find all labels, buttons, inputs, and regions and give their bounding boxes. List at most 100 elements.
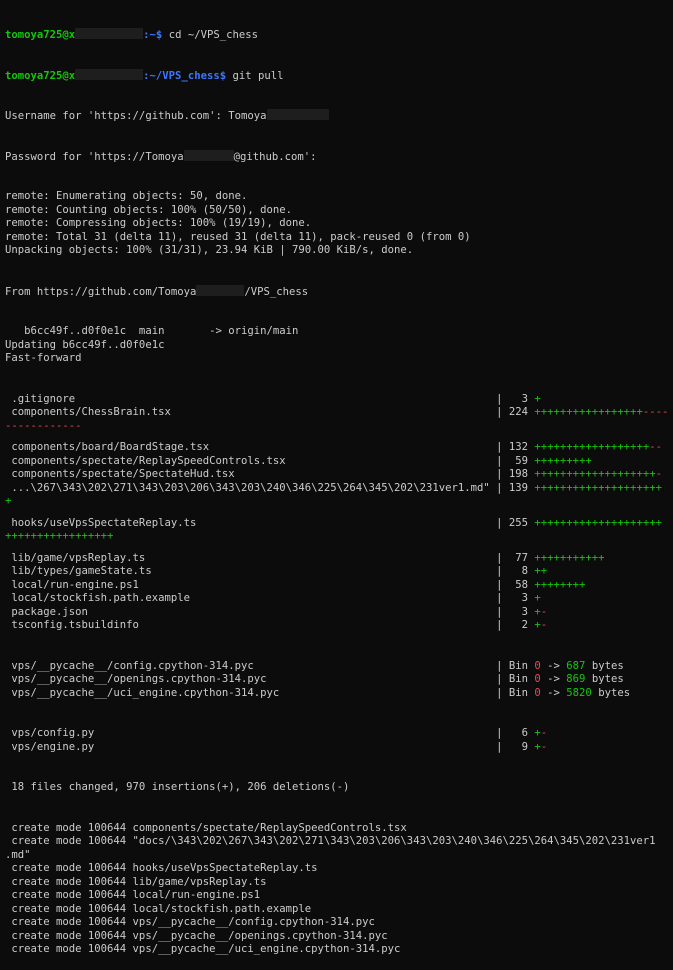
diffstat-row: vps/engine.py | 9 +-: [5, 741, 673, 755]
remote-line: Unpacking objects: 100% (31/31), 23.94 K…: [5, 244, 414, 256]
prompt-command: cd ~/VPS_chess: [162, 29, 258, 41]
diffstat-row: components/board/BoardStage.tsx | 132 ++…: [5, 441, 673, 455]
file-path: .gitignore: [5, 392, 497, 405]
arrow: ->: [540, 673, 567, 685]
password-suffix: @github.com':: [233, 150, 317, 163]
file-path: local/stockfish.path.example: [5, 592, 497, 604]
deletions-bar: --: [649, 441, 662, 453]
diffstat-row: components/spectate/SpectateHud.tsx | 19…: [5, 468, 673, 482]
remote-line: remote: Compressing objects: 100% (19/19…: [5, 217, 312, 229]
binary-row: vps/__pycache__/uci_engine.cpython-314.p…: [5, 687, 673, 701]
new-size: 5820: [566, 686, 592, 699]
insertions-bar: ++: [534, 565, 548, 577]
change-count: | 132: [496, 441, 535, 453]
change-count: | 3: [496, 605, 535, 618]
prompt-user: tomoya725@x: [5, 69, 76, 82]
bin-label: | Bin: [496, 659, 535, 672]
diffstat-row: hooks/useVpsSpectateReplay.ts | 255 ++++…: [5, 517, 673, 531]
file-path: components/board/BoardStage.tsx: [5, 441, 497, 453]
change-count: | 139: [489, 481, 535, 494]
bin-label: | Bin: [496, 686, 535, 699]
size-unit: bytes: [591, 686, 631, 699]
create-line: create mode 100644 vps/__pycache__/confi…: [5, 916, 375, 928]
remote-line: remote: Enumerating objects: 50, done.: [5, 190, 248, 202]
file-path: vps/__pycache__/openings.cpython-314.pyc: [5, 673, 497, 685]
password-line: Password for 'https://Tomoya @github.com'…: [5, 149, 673, 164]
redacted-username: [266, 109, 329, 120]
terminal-window[interactable]: tomoya725@x :~$ cd ~/VPS_chess tomoya725@…: [0, 0, 673, 970]
deletions-bar: -: [655, 468, 662, 480]
create-line: create mode 100644 components/spectate/R…: [5, 821, 407, 834]
file-path: lib/types/gameState.ts: [5, 565, 497, 577]
diffstat-row: ...\267\343\202\271\343\203\206\343\203\…: [5, 482, 673, 496]
from-suffix: /VPS_chess: [244, 285, 309, 298]
file-path: components/ChessBrain.tsx: [5, 406, 497, 418]
file-path: components/spectate/SpectateHud.tsx: [5, 468, 497, 480]
prompt-path: :~/VPS_chess$: [143, 69, 227, 82]
create-line: create mode 100644 "docs/\343\202\267\34…: [5, 835, 656, 847]
insertions-bar: +++++++++++++++++: [534, 406, 643, 418]
change-count: | 6: [496, 727, 535, 739]
diffstat-tail: vps/config.py | 6 +- vps/engine.py | 9 +…: [5, 727, 673, 754]
file-path: local/run-engine.ps1: [5, 578, 497, 591]
binary-row: vps/__pycache__/config.cpython-314.pyc |…: [5, 660, 673, 674]
change-count: | 3: [496, 392, 535, 405]
prompt-path: :~$: [143, 29, 163, 41]
file-path: lib/game/vpsReplay.ts: [5, 551, 497, 564]
change-count: | 224: [496, 406, 535, 418]
from-line: From https://github.com/Tomoya/VPS_chess: [5, 284, 673, 299]
file-path: vps/config.py: [5, 727, 497, 739]
change-count: | 2: [496, 619, 535, 631]
deletions-bar: -: [540, 605, 548, 618]
change-count: | 198: [496, 468, 535, 480]
insertions-bar: +: [534, 592, 541, 604]
password-text: Password for 'https://Tomoya: [5, 150, 184, 163]
redacted-username: [183, 149, 234, 161]
create-line: create mode 100644 local/run-engine.ps1: [5, 889, 261, 901]
insertions-bar-wrap: +: [5, 495, 12, 507]
from-text: From https://github.com/Tomoya: [5, 285, 197, 298]
insertions-bar: ++++++++++++++++++: [534, 441, 650, 453]
blank-gap: [5, 509, 673, 517]
deletions-bar: -: [540, 740, 548, 753]
remote-line: remote: Total 31 (delta 11), reused 31 (…: [5, 230, 471, 243]
diffstat-row: components/ChessBrain.tsx | 224 ++++++++…: [5, 406, 673, 420]
create-mode-output: create mode 100644 components/spectate/R…: [5, 822, 673, 957]
prompt-command: git pull: [226, 69, 284, 82]
insertions-bar: +: [534, 392, 541, 405]
diffstat-row: package.json | 3 +-: [5, 606, 673, 620]
deletions-bar: ----: [642, 406, 669, 418]
prompt-line-2: tomoya725@x :~/VPS_chess$ git pull: [5, 68, 673, 83]
size-unit: bytes: [585, 659, 624, 672]
arrow: ->: [540, 659, 567, 672]
new-size: 869: [566, 673, 586, 685]
deletions-bar-wrap: ------------: [5, 419, 82, 432]
diffstat-row: .gitignore | 3 +: [5, 393, 673, 407]
change-count: | 8: [496, 565, 535, 577]
blank-gap: [5, 544, 673, 552]
file-path: vps/__pycache__/config.cpython-314.pyc: [5, 659, 497, 672]
diffstat-row: components/spectate/ReplaySpeedControls.…: [5, 455, 673, 469]
redacted-username: [196, 284, 245, 296]
file-path: hooks/useVpsSpectateReplay.ts: [5, 516, 497, 529]
insertions-bar: ++++++++: [534, 578, 586, 591]
redacted-hostname: [75, 68, 144, 80]
file-path: tsconfig.tsbuildinfo: [5, 619, 497, 631]
update-line: Updating b6cc49f..d0f0e1c: [5, 338, 165, 351]
change-count: | 9: [496, 740, 535, 753]
file-path: vps/__pycache__/uci_engine.cpython-314.p…: [5, 686, 497, 699]
insertions-bar: +++++++++++++++++++: [534, 468, 656, 480]
create-line: create mode 100644 vps/__pycache__/openi…: [5, 929, 388, 942]
new-size: 687: [566, 659, 586, 672]
insertions-bar: ++++++++++++++++++++: [534, 481, 662, 494]
insertions-bar: ++++++++++++++++++++: [534, 516, 662, 529]
redacted-hostname: [75, 28, 144, 39]
create-line: create mode 100644 lib/game/vpsReplay.ts: [5, 875, 267, 888]
deletions-bar: -: [540, 727, 548, 739]
update-output: b6cc49f..d0f0e1c main -> origin/main Upda…: [5, 325, 673, 366]
diffstat-output: .gitignore | 3 + components/ChessBrain.t…: [5, 393, 673, 633]
update-line: b6cc49f..d0f0e1c main -> origin/main: [5, 325, 299, 337]
create-line: create mode 100644 hooks/useVpsSpectateR…: [5, 862, 318, 874]
change-count: | 255: [496, 516, 535, 529]
remote-output: remote: Enumerating objects: 50, done. re…: [5, 190, 673, 258]
